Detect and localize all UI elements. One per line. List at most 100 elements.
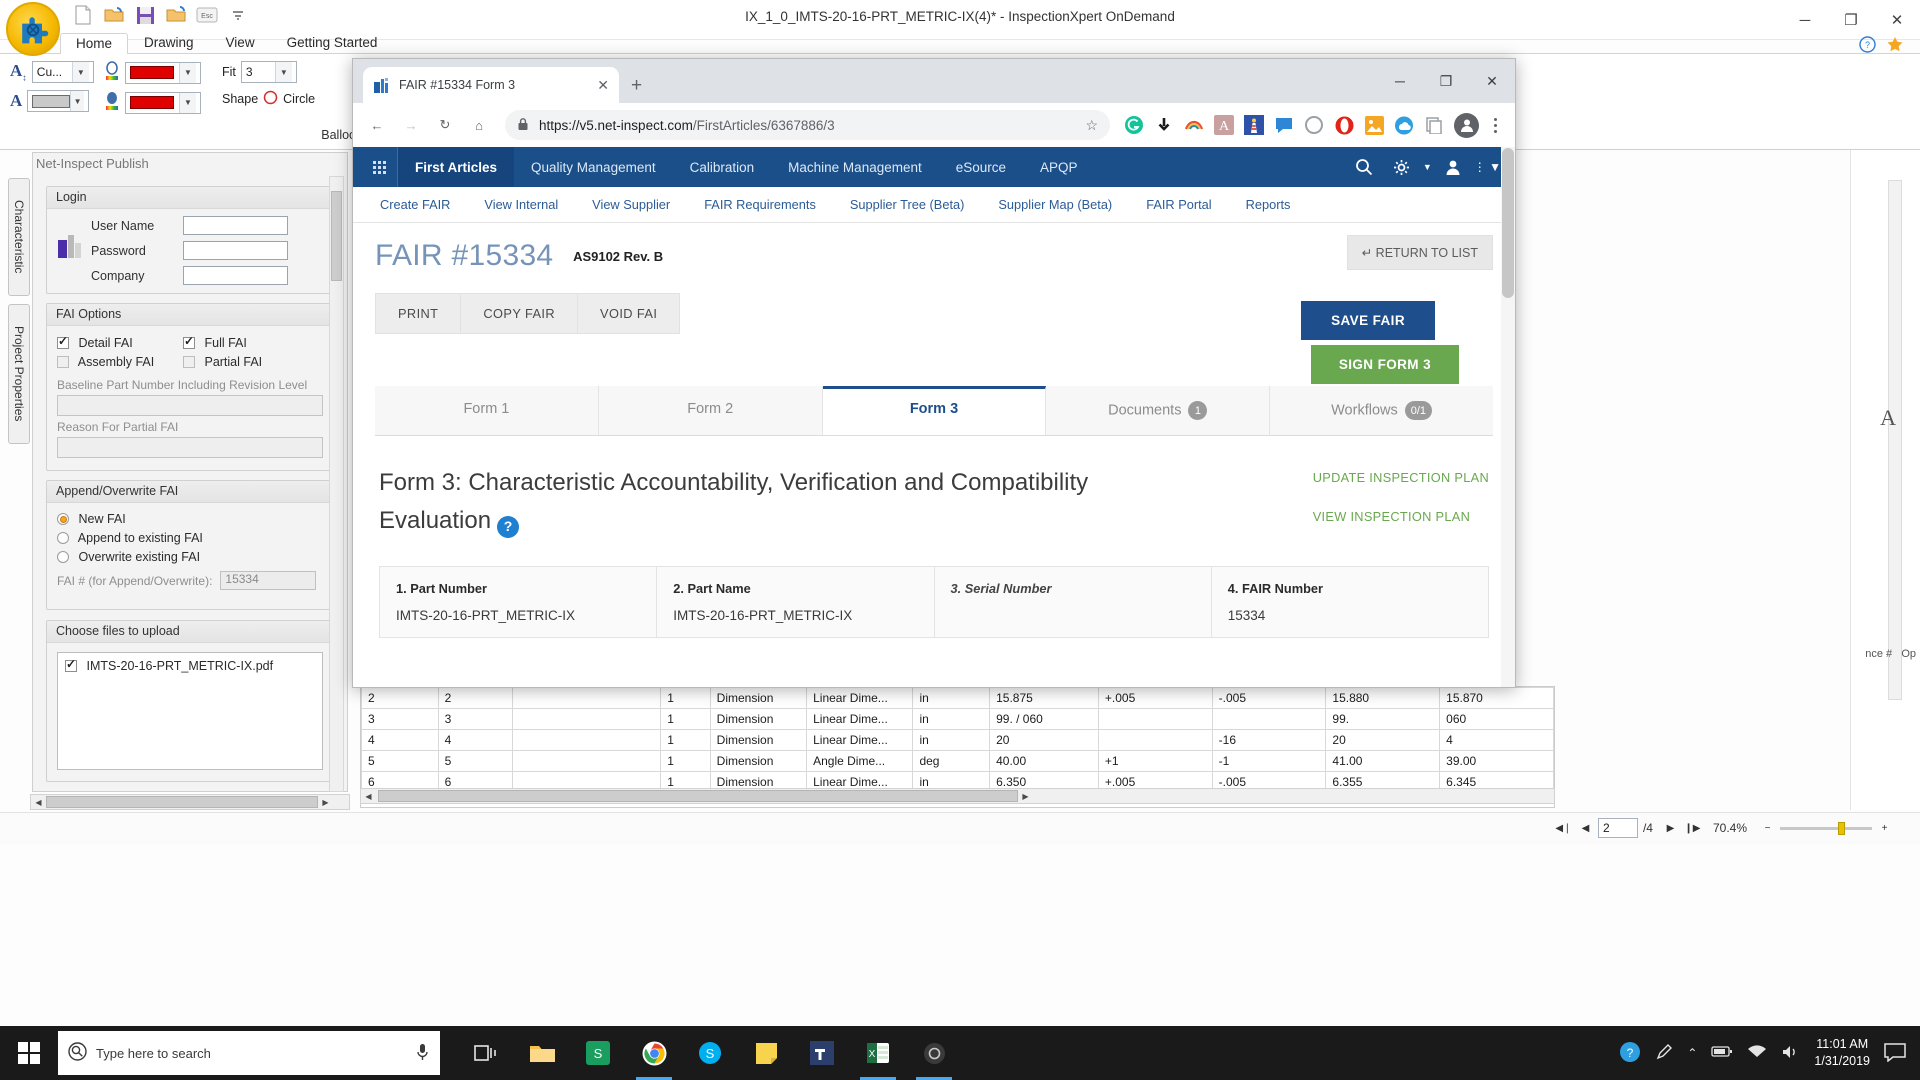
table-cell[interactable]: 20 — [1326, 730, 1440, 751]
gear-icon[interactable] — [1385, 150, 1419, 184]
browser-tab[interactable]: FAIR #15334 Form 3 ✕ — [363, 67, 619, 103]
table-cell[interactable]: Angle Dime... — [807, 751, 913, 772]
table-row[interactable]: 221DimensionLinear Dime...in15.875+.005-… — [362, 688, 1554, 709]
sharepoint-icon[interactable]: S — [570, 1026, 626, 1080]
table-cell[interactable] — [512, 730, 660, 751]
zoom-slider[interactable] — [1780, 827, 1872, 830]
bookmark-star-icon[interactable]: ☆ — [1085, 117, 1098, 134]
scroll-thumb[interactable] — [331, 191, 342, 281]
chevron-down-icon[interactable]: ▼ — [72, 62, 89, 82]
assembly-fai-checkbox[interactable] — [57, 356, 69, 368]
grid-scroll-right[interactable]: ▶ — [1018, 789, 1033, 803]
side-tab-characteristic[interactable]: Characteristic — [8, 178, 30, 296]
chevron-down-icon[interactable]: ▼ — [179, 63, 196, 83]
hscroll-thumb[interactable] — [46, 796, 318, 808]
ribbon-tab-view[interactable]: View — [210, 32, 271, 53]
wifi-icon[interactable] — [1747, 1044, 1767, 1062]
ribbon-tab-home[interactable]: Home — [60, 33, 128, 54]
table-row[interactable]: 551DimensionAngle Dime...deg40.00+1-141.… — [362, 751, 1554, 772]
windows-start-icon[interactable] — [0, 1026, 58, 1080]
table-cell[interactable]: Linear Dime... — [807, 709, 913, 730]
chevron-up-icon[interactable]: ⌃ — [1687, 1046, 1697, 1060]
search-icon[interactable] — [1347, 150, 1381, 184]
help-icon[interactable]: ? — [497, 516, 519, 538]
chevron-down-icon[interactable]: ▼ — [179, 93, 196, 113]
nav-quality-management[interactable]: Quality Management — [514, 147, 673, 187]
table-cell[interactable]: deg — [913, 751, 990, 772]
print-button[interactable]: PRINT — [375, 293, 460, 334]
table-cell[interactable]: in — [913, 688, 990, 709]
teams-icon[interactable] — [794, 1026, 850, 1080]
task-view-icon[interactable] — [458, 1026, 514, 1080]
table-cell[interactable] — [512, 688, 660, 709]
zoom-out-button[interactable]: − — [1758, 819, 1777, 838]
full-fai-checkbox[interactable] — [183, 337, 195, 349]
overwrite-fai-radio[interactable] — [57, 551, 69, 563]
side-tab-project-properties[interactable]: Project Properties — [8, 304, 30, 444]
pen-icon[interactable] — [1655, 1043, 1673, 1064]
table-cell[interactable]: 39.00 — [1440, 751, 1554, 772]
chevron-down-icon[interactable]: ▼ — [1423, 162, 1432, 172]
new-tab-button[interactable]: + — [631, 76, 642, 95]
inspectionxpert-logo-icon[interactable] — [6, 2, 60, 56]
nav-machine-management[interactable]: Machine Management — [771, 147, 939, 187]
table-cell[interactable]: 4 — [438, 730, 512, 751]
subnav-view-internal[interactable]: View Internal — [467, 197, 575, 212]
table-cell[interactable]: -1 — [1212, 751, 1326, 772]
password-input[interactable] — [183, 241, 288, 260]
ribbon-tab-drawing[interactable]: Drawing — [128, 32, 210, 53]
table-row[interactable]: 331DimensionLinear Dime...in99. / 06099.… — [362, 709, 1554, 730]
customize-toolbar-icon[interactable] — [227, 4, 249, 26]
inspectionxpert-icon[interactable] — [906, 1026, 962, 1080]
app-maximize-button[interactable]: ❐ — [1828, 0, 1874, 40]
table-cell[interactable]: 40.00 — [990, 751, 1099, 772]
notification-icon[interactable] — [1884, 1042, 1906, 1065]
rainbow-icon[interactable] — [1181, 112, 1207, 138]
save-fair-button[interactable]: SAVE FAIR — [1301, 301, 1435, 340]
lighthouse-icon[interactable] — [1241, 112, 1267, 138]
close-tab-icon[interactable]: ✕ — [597, 77, 609, 94]
table-cell[interactable]: 060 — [1440, 709, 1554, 730]
table-cell[interactable] — [512, 751, 660, 772]
volume-icon[interactable] — [1781, 1044, 1800, 1063]
search-input[interactable]: Type here to search — [58, 1031, 440, 1075]
page-number-input[interactable]: 2 — [1598, 818, 1638, 838]
fill-color-combo[interactable]: ▼ — [27, 90, 89, 112]
list-item[interactable]: IMTS-20-16-PRT_METRIC-IX.pdf — [65, 659, 315, 673]
return-to-list-button[interactable]: ↵ RETURN TO LIST — [1347, 235, 1493, 270]
circle-icon[interactable] — [1301, 112, 1327, 138]
table-cell[interactable]: Dimension — [710, 730, 806, 751]
app-minimize-button[interactable]: ─ — [1782, 0, 1828, 40]
table-cell[interactable]: 20 — [990, 730, 1099, 751]
nav-first-articles[interactable]: First Articles — [398, 147, 514, 187]
reason-partial-fai-input[interactable] — [57, 437, 323, 458]
void-fai-button[interactable]: VOID FAI — [577, 293, 680, 334]
table-cell[interactable] — [1098, 730, 1212, 751]
back-icon[interactable]: ← — [361, 109, 393, 141]
balloon-color-combo[interactable]: ▼ — [125, 62, 201, 84]
panel-vertical-scrollbar[interactable] — [329, 176, 344, 792]
more-icon[interactable]: ⋮ ▼ — [1474, 160, 1501, 174]
excel-icon[interactable]: X — [850, 1026, 906, 1080]
table-cell[interactable]: in — [913, 709, 990, 730]
open-folder-icon[interactable] — [103, 4, 125, 26]
table-cell[interactable]: 15.880 — [1326, 688, 1440, 709]
sticky-notes-icon[interactable] — [738, 1026, 794, 1080]
grammarly-icon[interactable] — [1121, 112, 1147, 138]
help-icon[interactable]: ? — [1619, 1041, 1641, 1066]
microphone-icon[interactable] — [415, 1043, 430, 1064]
three-dot-menu-icon[interactable] — [1483, 118, 1507, 133]
table-cell[interactable]: Dimension — [710, 751, 806, 772]
prev-page-button[interactable]: ◀ — [1576, 819, 1595, 838]
table-cell[interactable]: Dimension — [710, 709, 806, 730]
ribbon-help-icon[interactable]: ? — [1859, 36, 1876, 56]
sign-form-3-button[interactable]: SIGN FORM 3 — [1311, 345, 1459, 384]
page-vertical-scrollbar[interactable] — [1501, 147, 1515, 688]
app-close-button[interactable]: ✕ — [1874, 0, 1920, 40]
table-cell[interactable]: 4 — [362, 730, 439, 751]
chrome-maximize-button[interactable]: ❐ — [1423, 59, 1469, 103]
table-cell[interactable]: Dimension — [710, 688, 806, 709]
forward-icon[interactable]: → — [395, 109, 427, 141]
table-cell[interactable]: 2 — [438, 688, 512, 709]
table-cell[interactable]: +1 — [1098, 751, 1212, 772]
